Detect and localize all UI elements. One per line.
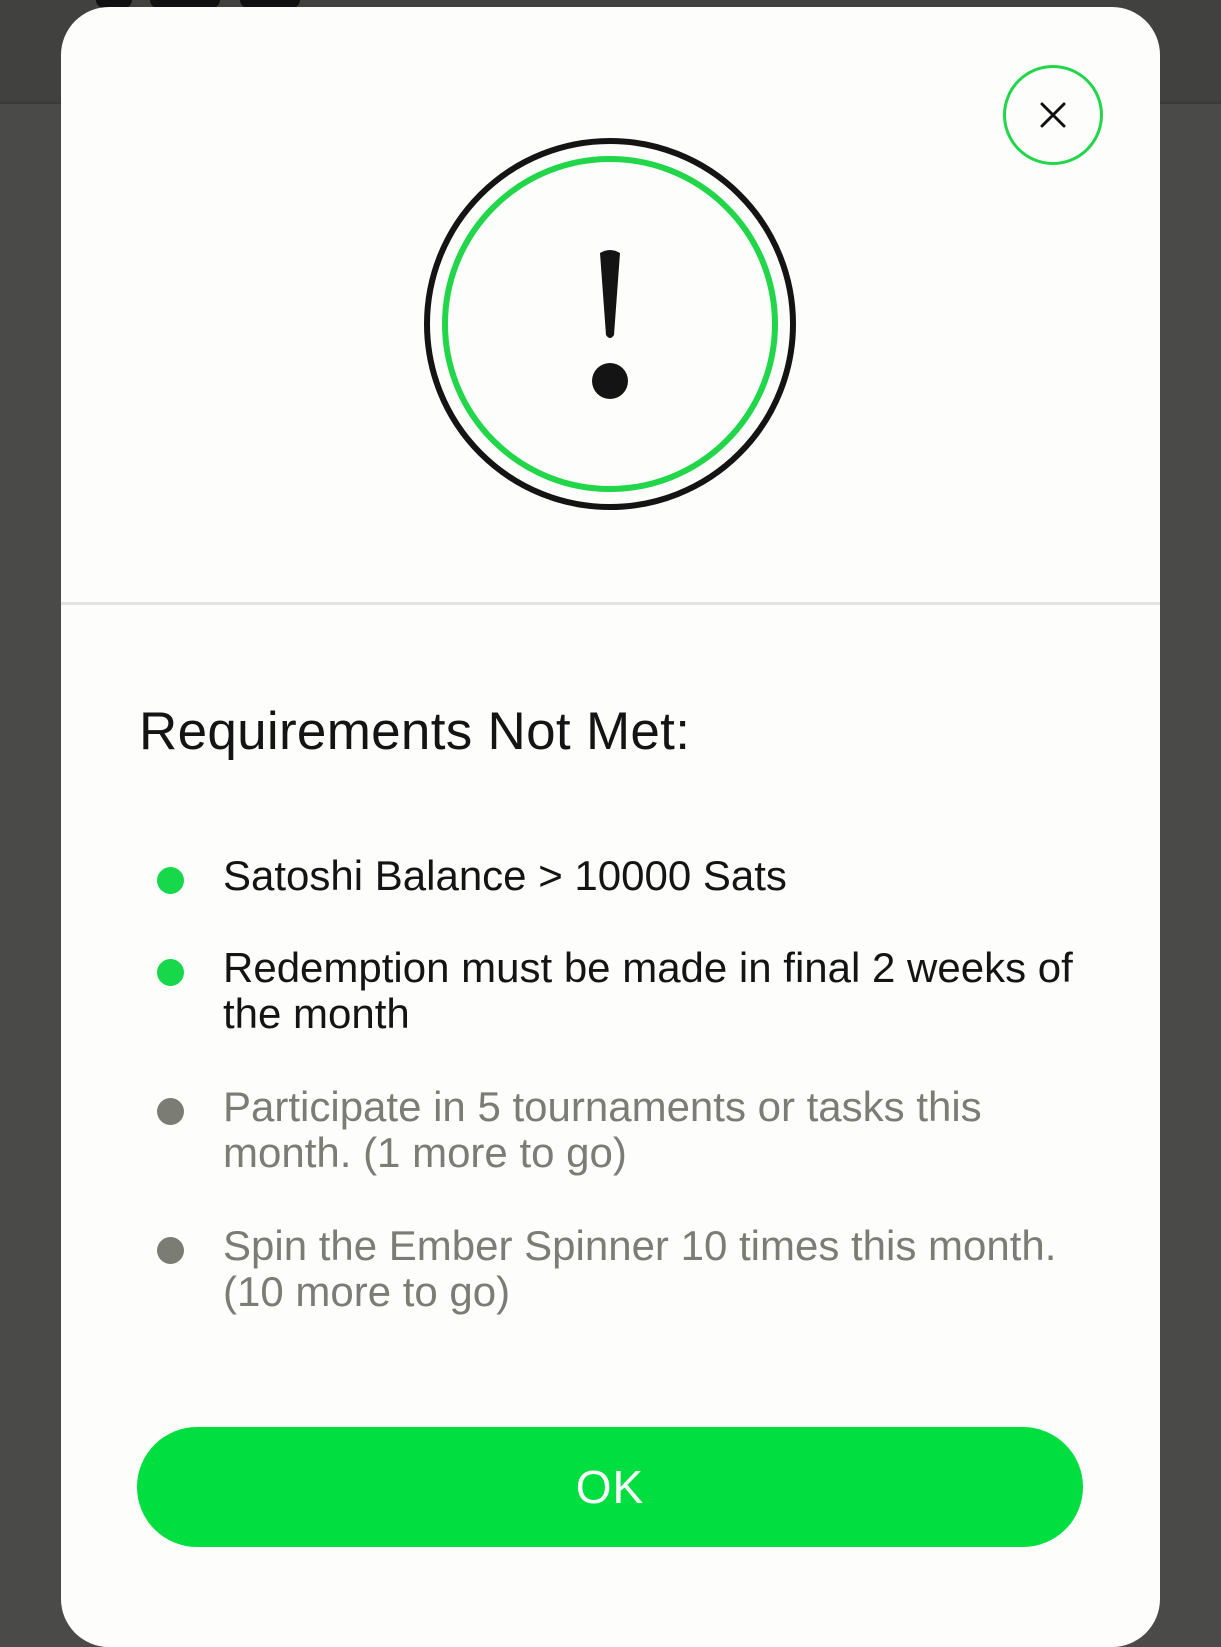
requirement-bullet <box>157 1098 184 1125</box>
requirement-text: Participate in 5 tournaments or tasks th… <box>223 1083 982 1176</box>
requirement-bullet <box>157 1237 184 1264</box>
dialog-icon-area <box>61 7 1160 603</box>
requirement-text: Spin the Ember Spinner 10 times this mon… <box>223 1222 1057 1315</box>
requirements-dialog: Requirements Not Met: Satoshi Balance > … <box>61 7 1160 1647</box>
close-button[interactable] <box>1003 65 1103 165</box>
requirement-bullet <box>157 959 184 986</box>
requirement-text: Redemption must be made in final 2 weeks… <box>223 944 1073 1037</box>
requirement-bullet <box>157 867 184 894</box>
exclamation-icon <box>424 138 796 510</box>
requirement-text: Satoshi Balance > 10000 Sats <box>223 852 787 899</box>
close-icon <box>1040 102 1066 128</box>
ok-button[interactable]: OK <box>137 1427 1083 1547</box>
dialog-title: Requirements Not Met: <box>139 702 691 761</box>
ok-button-label: OK <box>575 1461 645 1513</box>
divider <box>61 602 1160 605</box>
